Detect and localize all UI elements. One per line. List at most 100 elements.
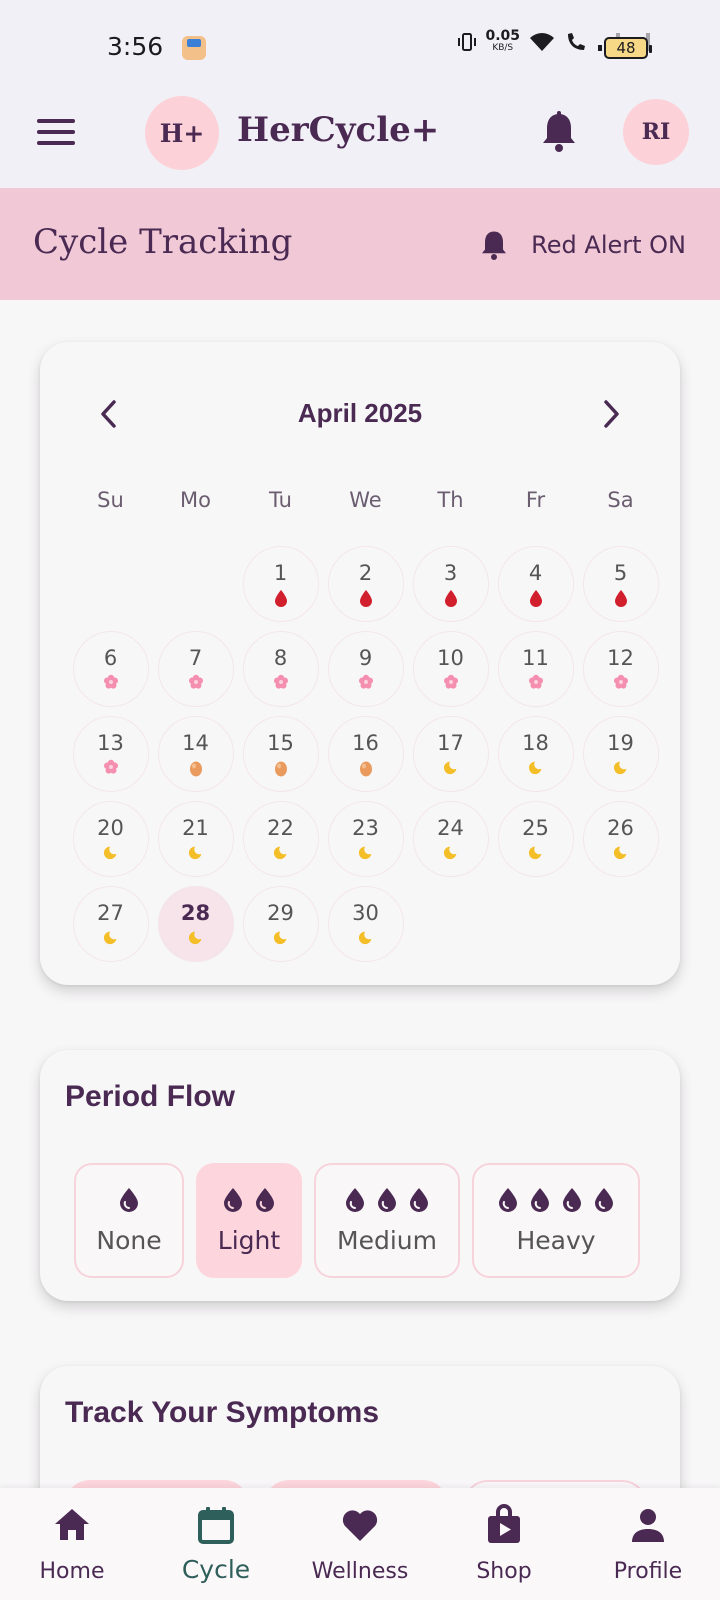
weekday-label: Fr: [525, 488, 546, 512]
flow-option-heavy[interactable]: Heavy: [472, 1163, 640, 1278]
red-alert-toggle[interactable]: Red Alert ON: [479, 228, 686, 262]
moon-icon: [443, 844, 459, 862]
amazon-app-icon: [182, 36, 206, 60]
calendar-day[interactable]: 1: [242, 546, 319, 622]
menu-button[interactable]: [37, 119, 75, 149]
calendar-day[interactable]: 17: [412, 716, 489, 792]
calendar-day[interactable]: 23: [327, 801, 404, 877]
shop-bag-icon: [483, 1504, 525, 1551]
water-drop-icon: [592, 1187, 616, 1218]
calendar-day[interactable]: 13: [72, 716, 149, 792]
calendar-day[interactable]: 8: [242, 631, 319, 707]
day-number: 9: [358, 646, 373, 670]
calendar-day[interactable]: 6: [72, 631, 149, 707]
calendar-day[interactable]: 5: [582, 546, 659, 622]
calendar-day[interactable]: 4: [497, 546, 574, 622]
calendar-day[interactable]: 24: [412, 801, 489, 877]
water-drop-icon: [253, 1187, 277, 1218]
egg-icon: [188, 759, 204, 777]
day-number: 5: [613, 561, 628, 585]
bottom-navigation: Home Cycle Wellness Shop Profile: [0, 1488, 720, 1600]
moon-icon: [613, 759, 629, 777]
calendar-card: April 2025 Su Mo Tu We Th Fr Sa 1 2 3 4 5 6 7 8 9 10 11 1…: [40, 342, 680, 985]
calendar-day[interactable]: 30: [327, 886, 404, 962]
calendar-day[interactable]: 18: [497, 716, 574, 792]
flower-icon: [613, 674, 629, 692]
blood-drop-icon: [613, 589, 629, 607]
moon-icon: [273, 844, 289, 862]
day-number: 7: [188, 646, 203, 670]
nav-item-cycle[interactable]: Cycle: [144, 1488, 288, 1600]
calendar-day[interactable]: 3: [412, 546, 489, 622]
nav-item-label: Wellness: [311, 1559, 409, 1584]
moon-icon: [358, 844, 374, 862]
next-month-chevron-icon[interactable]: [596, 396, 626, 432]
calendar-day[interactable]: 29: [242, 886, 319, 962]
heart-icon: [339, 1504, 381, 1551]
app-title: HerCycle+: [237, 110, 440, 150]
flow-option-light[interactable]: Light: [196, 1163, 302, 1278]
flow-options: None Light Medium Heavy: [74, 1163, 640, 1278]
calendar-icon: [195, 1504, 237, 1551]
nav-item-home[interactable]: Home: [0, 1488, 144, 1600]
nav-item-profile[interactable]: Profile: [576, 1488, 720, 1600]
calendar-day[interactable]: 10: [412, 631, 489, 707]
day-number: 23: [352, 816, 379, 840]
day-number: 14: [182, 731, 209, 755]
water-drop-icon: [343, 1187, 367, 1218]
person-icon: [627, 1504, 669, 1551]
net-speed: 0.05 KB/S: [485, 28, 520, 53]
period-flow-title: Period Flow: [65, 1080, 236, 1113]
calendar-day[interactable]: 25: [497, 801, 574, 877]
calendar-day[interactable]: 16: [327, 716, 404, 792]
calendar-day[interactable]: 27: [72, 886, 149, 962]
blood-drop-icon: [273, 589, 289, 607]
flow-option-none[interactable]: None: [74, 1163, 184, 1278]
flower-icon: [528, 674, 544, 692]
period-flow-card: Period Flow None Light Medium Heavy: [40, 1050, 680, 1301]
nav-item-label: Cycle: [181, 1555, 251, 1584]
calendar-day[interactable]: 20: [72, 801, 149, 877]
flower-icon: [358, 674, 374, 692]
day-number: 15: [267, 731, 294, 755]
weekday-label: We: [349, 488, 382, 512]
calendar-day[interactable]: 12: [582, 631, 659, 707]
weekday-label: Th: [437, 488, 464, 512]
calendar-day[interactable]: 22: [242, 801, 319, 877]
day-number: 25: [522, 816, 549, 840]
blood-drop-icon: [358, 589, 374, 607]
calendar-day-today[interactable]: 28: [157, 886, 234, 962]
flow-option-label: Medium: [337, 1225, 437, 1255]
notification-bell-icon[interactable]: [539, 110, 579, 154]
flow-option-label: Light: [217, 1225, 281, 1255]
flow-option-label: None: [96, 1225, 162, 1255]
calendar-day[interactable]: 14: [157, 716, 234, 792]
day-number: 30: [352, 901, 379, 925]
calendar-day[interactable]: 19: [582, 716, 659, 792]
red-alert-label: Red Alert ON: [531, 231, 686, 259]
calendar-day[interactable]: 21: [157, 801, 234, 877]
calendar-day[interactable]: 7: [157, 631, 234, 707]
page-title: Cycle Tracking: [33, 222, 293, 262]
flow-drops: [117, 1187, 141, 1218]
day-number: 22: [267, 816, 294, 840]
calendar-day[interactable]: 11: [497, 631, 574, 707]
day-number: 12: [607, 646, 634, 670]
bell-icon: [482, 231, 507, 260]
water-drop-icon: [528, 1187, 552, 1218]
calendar-day[interactable]: 2: [327, 546, 404, 622]
nav-item-shop[interactable]: Shop: [432, 1488, 576, 1600]
calendar-day[interactable]: 26: [582, 801, 659, 877]
flow-drops: [496, 1187, 616, 1218]
calendar-day[interactable]: 9: [327, 631, 404, 707]
user-avatar[interactable]: RI: [623, 99, 689, 165]
status-bar: 3:56 0.05 KB/S 48: [0, 0, 720, 88]
symptoms-title: Track Your Symptoms: [65, 1396, 380, 1429]
wifi-icon: [530, 33, 554, 51]
water-drop-icon: [560, 1187, 584, 1218]
flow-option-medium[interactable]: Medium: [314, 1163, 460, 1278]
nav-item-wellness[interactable]: Wellness: [288, 1488, 432, 1600]
moon-icon: [358, 929, 374, 947]
calendar-day[interactable]: 15: [242, 716, 319, 792]
blood-drop-icon: [528, 589, 544, 607]
